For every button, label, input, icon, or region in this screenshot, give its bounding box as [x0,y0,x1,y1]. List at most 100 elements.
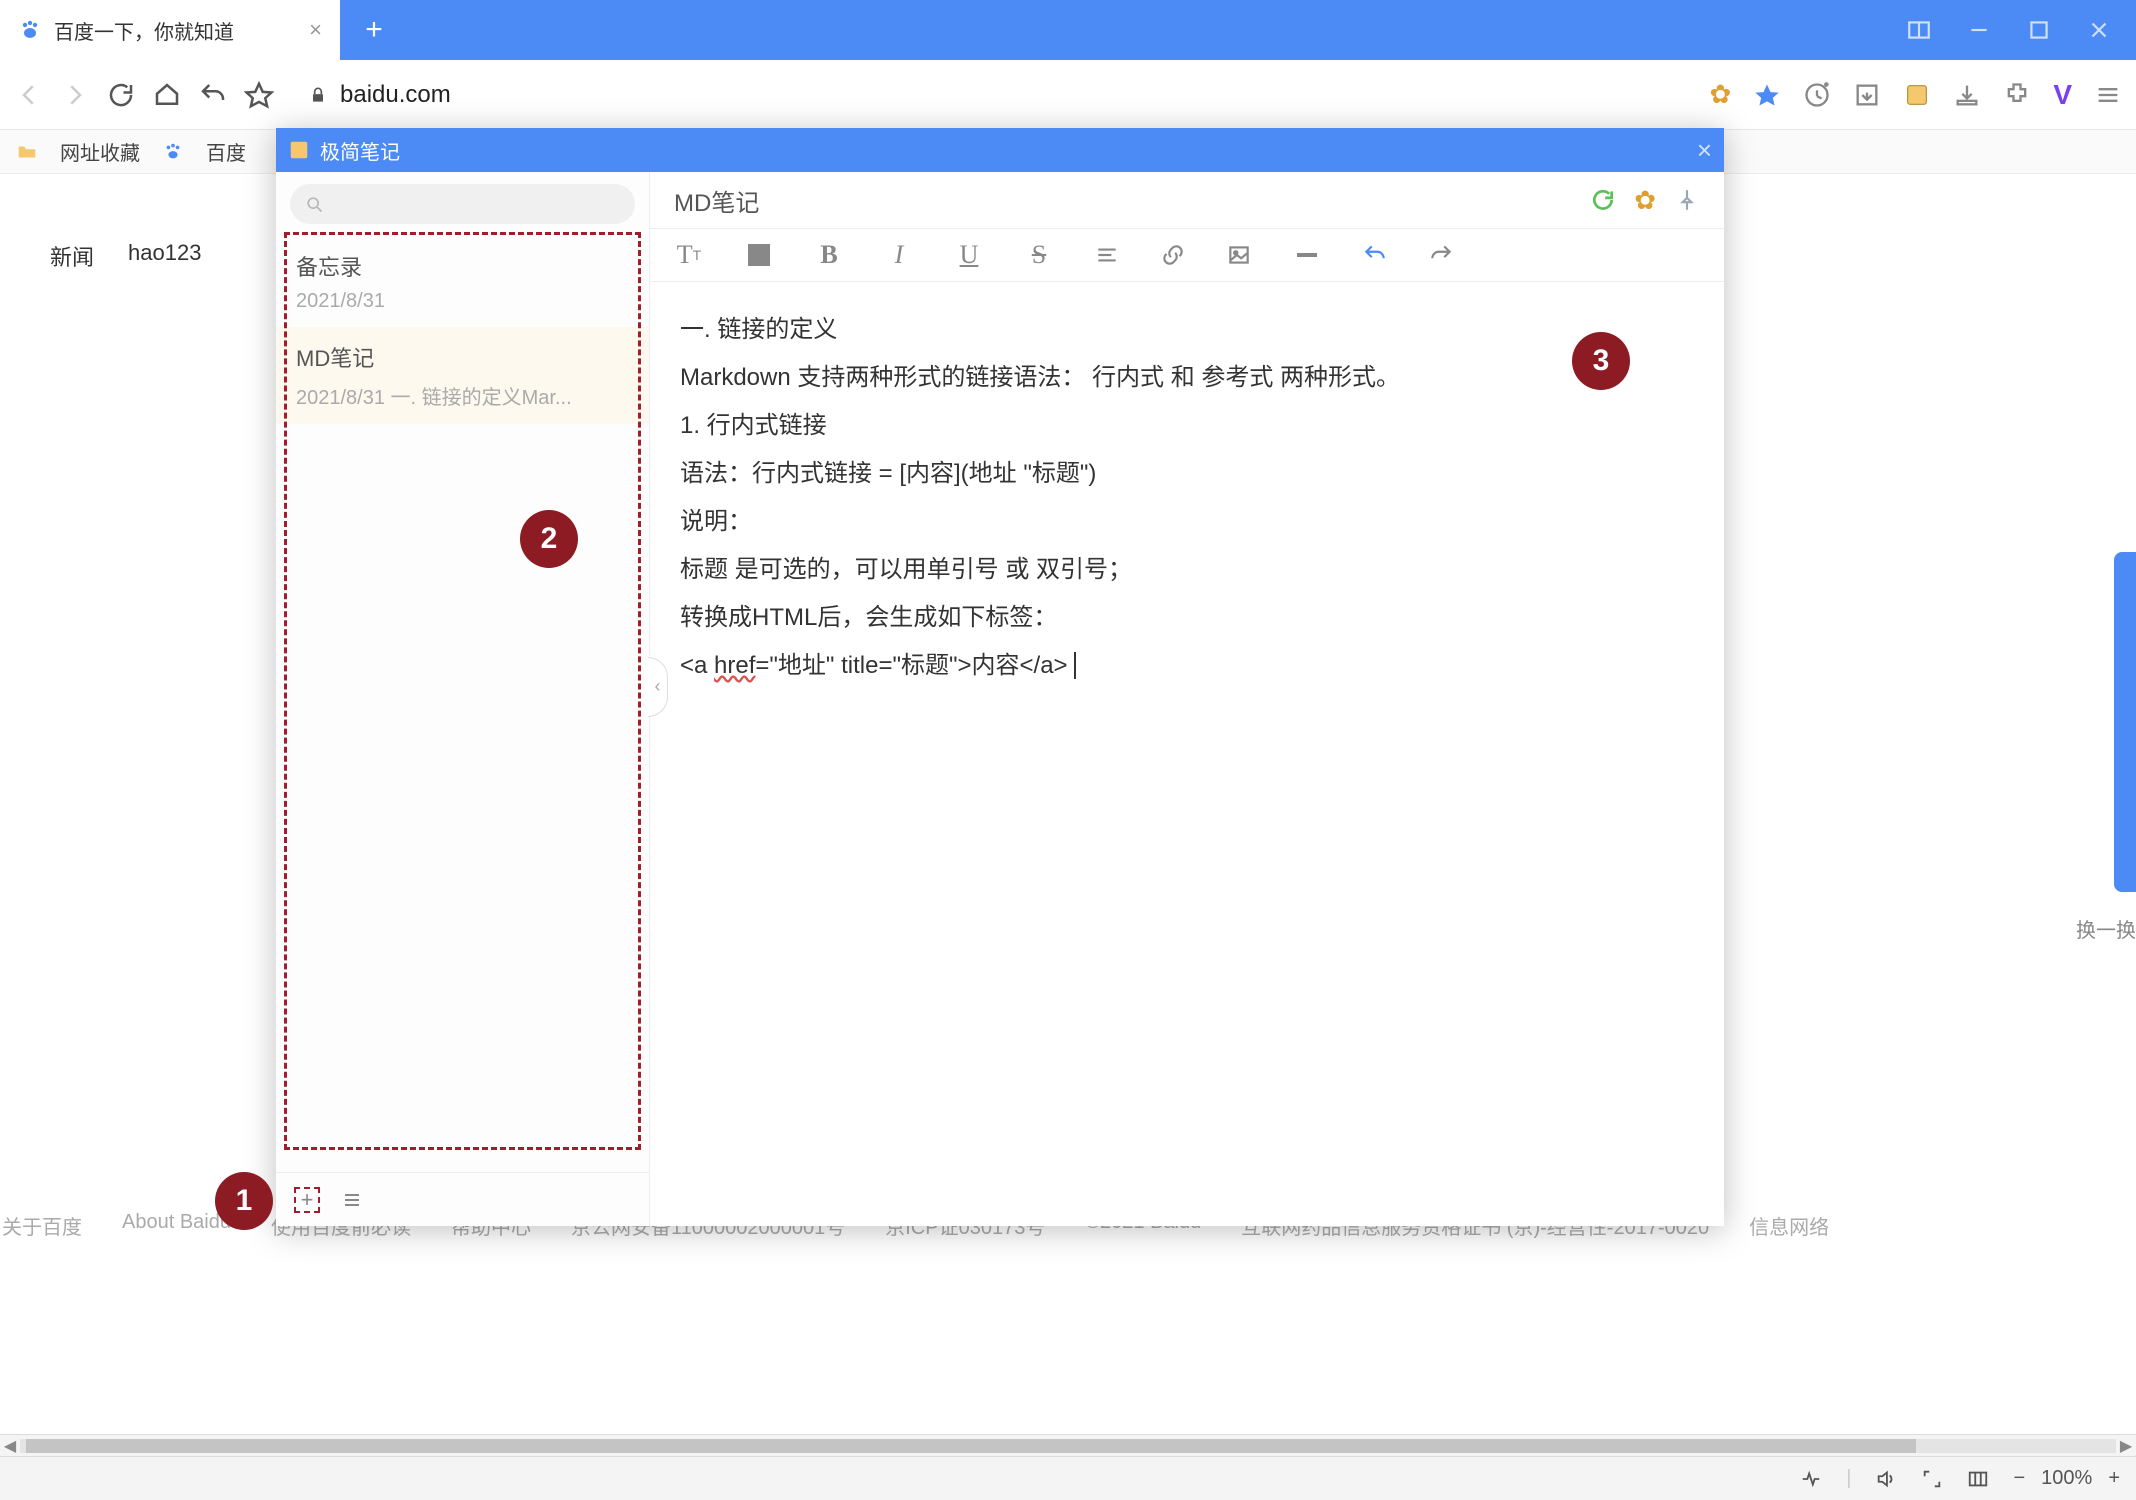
zoom-out-button[interactable]: − [2013,1467,2025,1490]
browser-toolbar: baidu.com ✿ V [0,60,2136,130]
clock-plus-icon[interactable] [1803,81,1831,109]
star-outline-icon[interactable] [244,80,274,110]
content-line: 1. 行内式链接 [680,402,1694,450]
annotation-badge-3: 3 [1572,332,1630,390]
browser-titlebar: 百度一下，你就知道 × + [0,0,2136,60]
note-item-title: MD笔记 [296,341,629,373]
footer-text: 信息网络 [1749,1211,1829,1240]
favorite-star-icon[interactable] [1753,81,1781,109]
note-window-title: 极简笔记 [320,136,400,165]
scroll-right-icon[interactable]: ▶ [2116,1436,2136,1456]
content-line: Markdown 支持两种形式的链接语法： 行内式 和 参考式 两种形式。 [680,354,1694,402]
close-icon[interactable] [2086,17,2112,43]
panels-icon[interactable] [1967,1468,1989,1490]
topnav-link[interactable]: 新闻 [50,240,94,272]
note-editor: MD笔记 ✿ TT B I U S [650,172,1724,1226]
note-search-input[interactable] [290,184,635,224]
new-note-button[interactable]: + [294,1187,320,1213]
undo-icon[interactable] [1362,242,1388,268]
link-icon[interactable] [1160,242,1186,268]
note-app-icon[interactable] [1903,81,1931,109]
refresh-label[interactable]: 换一换 [2076,914,2136,943]
note-item-meta: 2021/8/31 一. 链接的定义Mar... [296,381,629,410]
content-line: 标题 是可选的，可以用单引号 或 双引号； [680,546,1694,594]
list-view-icon[interactable] [340,1188,364,1212]
topnav-link[interactable]: hao123 [128,240,201,272]
nav-forward-icon[interactable] [60,80,90,110]
content-line: 一. 链接的定义 [680,306,1694,354]
new-tab-button[interactable]: + [354,13,394,47]
zoom-in-button[interactable]: + [2108,1467,2120,1490]
nav-back-icon[interactable] [14,80,44,110]
volume-icon[interactable] [1875,1468,1897,1490]
minimize-icon[interactable] [1966,17,1992,43]
footer-link[interactable]: 关于百度 [2,1211,82,1240]
annotation-badge-2: 2 [520,510,578,568]
url-text: baidu.com [340,81,451,109]
baidu-paw-icon [162,141,184,163]
zoom-value: 100% [2041,1467,2092,1490]
note-app-icon [288,139,310,161]
search-button-edge[interactable] [2114,552,2136,892]
reload-icon[interactable] [106,80,136,110]
baidu-paw-icon [18,18,42,42]
bookmark-folder[interactable]: 网址收藏 [60,137,140,166]
content-line: 说明： [680,498,1694,546]
bee-icon[interactable]: ✿ [1634,185,1656,216]
note-list-item[interactable]: 备忘录 2021/8/31 [276,236,649,327]
note-item-title: 备忘录 [296,250,629,282]
footer-link[interactable]: About Baidu [122,1211,231,1240]
note-titlebar[interactable]: 极简笔记 × [276,128,1724,172]
search-icon [304,194,324,214]
browser-tab-active[interactable]: 百度一下，你就知道 × [0,0,340,60]
download-icon[interactable] [1953,81,1981,109]
scroll-thumb[interactable] [26,1439,1916,1453]
expand-icon[interactable] [1921,1468,1943,1490]
extensions-icon[interactable] [2003,81,2031,109]
menu-icon[interactable] [2094,81,2122,109]
bookmark-item[interactable]: 百度 [206,137,246,166]
note-list-item-selected[interactable]: MD笔记 2021/8/31 一. 链接的定义Mar... [276,327,649,424]
editor-content-area[interactable]: 一. 链接的定义 Markdown 支持两种形式的链接语法： 行内式 和 参考式… [650,282,1724,1226]
content-line-html: <a href="地址" title="标题">内容</a> [680,642,1694,690]
horizontal-scrollbar[interactable]: ◀ ▶ [0,1434,2136,1456]
maximize-icon[interactable] [2026,17,2052,43]
panel-split-icon[interactable] [1906,17,1932,43]
note-app-window: 极简笔记 × 备忘录 2021/8/31 MD笔记 2021/8/31 一. 链… [276,128,1724,1226]
content-line: 转换成HTML后，会生成如下标签： [680,594,1694,642]
bee-icon[interactable]: ✿ [1710,79,1732,110]
content-line: 语法：行内式链接 = [内容](地址 "标题") [680,450,1694,498]
baidu-topnav: 新闻 hao123 [50,240,201,272]
editor-note-title[interactable]: MD笔记 [674,183,1572,218]
underline-icon[interactable]: U [954,240,984,270]
lock-icon [308,85,328,105]
v-logo-icon[interactable]: V [2053,79,2072,111]
note-close-icon[interactable]: × [1697,135,1712,166]
text-color-icon[interactable] [744,240,774,270]
home-icon[interactable] [152,80,182,110]
text-size-icon[interactable]: TT [674,240,704,270]
image-icon[interactable] [1226,242,1252,268]
hr-icon[interactable] [1292,240,1322,270]
note-item-meta: 2021/8/31 [296,290,629,313]
note-sidebar-footer: + [276,1172,649,1226]
redo-icon[interactable] [1428,242,1454,268]
pin-icon[interactable] [1674,187,1700,213]
sync-icon[interactable] [1590,187,1616,213]
annotation-badge-1: 1 [215,1172,273,1230]
screenshot-icon[interactable] [1853,81,1881,109]
activity-icon[interactable] [1800,1468,1822,1490]
italic-icon[interactable]: I [884,240,914,270]
browser-statusbar: | − 100% + [0,1456,2136,1500]
tab-title: 百度一下，你就知道 [54,16,234,45]
address-bar[interactable]: baidu.com [290,81,1694,109]
strikethrough-icon[interactable]: S [1024,240,1054,270]
tab-close-icon[interactable]: × [309,17,322,43]
folder-icon [16,141,38,163]
undo-nav-icon[interactable] [198,80,228,110]
align-icon[interactable] [1094,242,1120,268]
editor-toolbar: TT B I U S [650,228,1724,282]
scroll-left-icon[interactable]: ◀ [0,1436,20,1456]
window-buttons [1906,17,2136,43]
bold-icon[interactable]: B [814,240,844,270]
